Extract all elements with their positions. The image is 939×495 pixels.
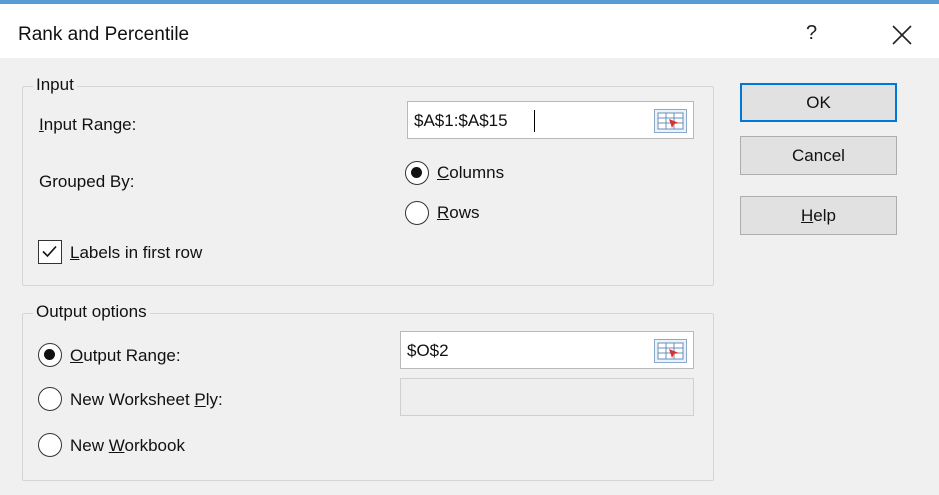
new-worksheet-ply-label[interactable]: New Worksheet Ply: bbox=[70, 390, 223, 410]
new-worksheet-ply-radio[interactable] bbox=[38, 387, 62, 411]
output-range-field[interactable] bbox=[400, 331, 694, 369]
columns-radio[interactable] bbox=[405, 161, 429, 185]
dialog-titlebar: Rank and Percentile ? bbox=[0, 4, 939, 58]
help-button-text: elp bbox=[813, 206, 836, 225]
rows-label[interactable]: Rows bbox=[437, 203, 480, 223]
labels-label-text: abels in first row bbox=[79, 243, 203, 262]
input-range-field[interactable] bbox=[407, 101, 694, 139]
grouped-by-label: Grouped By: bbox=[39, 172, 135, 191]
range-selector-icon[interactable] bbox=[654, 109, 687, 133]
rows-label-text: ows bbox=[449, 203, 480, 222]
dialog-title: Rank and Percentile bbox=[18, 24, 190, 45]
output-range-label-mnemonic: O bbox=[70, 346, 84, 365]
checkmark-icon bbox=[42, 245, 57, 258]
labels-checkbox[interactable] bbox=[38, 240, 62, 264]
output-group-legend: Output options bbox=[33, 302, 150, 322]
rows-label-mnemonic: R bbox=[437, 203, 450, 222]
rows-radio[interactable] bbox=[405, 201, 429, 225]
cancel-button[interactable]: Cancel bbox=[740, 136, 897, 175]
new-workbook-label[interactable]: New Workbook bbox=[70, 436, 185, 456]
input-group-legend: Input bbox=[33, 75, 77, 95]
new-workbook-radio[interactable] bbox=[38, 433, 62, 457]
ok-button[interactable]: OK bbox=[740, 83, 897, 122]
input-range-label: Input Range: bbox=[39, 115, 136, 135]
new-workbook-label-mnemonic: W bbox=[108, 436, 125, 455]
output-range-radio[interactable] bbox=[38, 343, 62, 367]
help-question-icon[interactable]: ? bbox=[806, 22, 817, 45]
input-range-input[interactable] bbox=[414, 109, 644, 133]
text-caret bbox=[534, 110, 535, 132]
input-range-label-text: nput Range: bbox=[43, 115, 137, 134]
output-range-label[interactable]: Output Range: bbox=[70, 346, 181, 366]
new-ply-label-pre: New Worksheet bbox=[70, 390, 195, 409]
new-workbook-label-text: orkbook bbox=[124, 436, 185, 455]
new-ply-label-mnemonic: P bbox=[194, 390, 206, 409]
columns-label-mnemonic: C bbox=[437, 163, 450, 182]
new-worksheet-ply-input bbox=[407, 386, 637, 410]
new-ply-label-text: ly: bbox=[205, 390, 223, 409]
labels-in-first-row-label[interactable]: Labels in first row bbox=[70, 243, 202, 263]
close-icon[interactable] bbox=[884, 20, 918, 50]
new-workbook-label-pre: New bbox=[70, 436, 109, 455]
help-button[interactable]: Help bbox=[740, 196, 897, 235]
columns-label-text: olumns bbox=[449, 163, 505, 182]
columns-label[interactable]: Columns bbox=[437, 163, 504, 183]
new-worksheet-ply-field bbox=[400, 378, 694, 416]
output-range-input[interactable] bbox=[407, 339, 637, 363]
help-button-mnemonic: H bbox=[801, 206, 814, 225]
output-range-label-text: utput Range: bbox=[83, 346, 181, 365]
range-selector-icon[interactable] bbox=[654, 339, 687, 363]
